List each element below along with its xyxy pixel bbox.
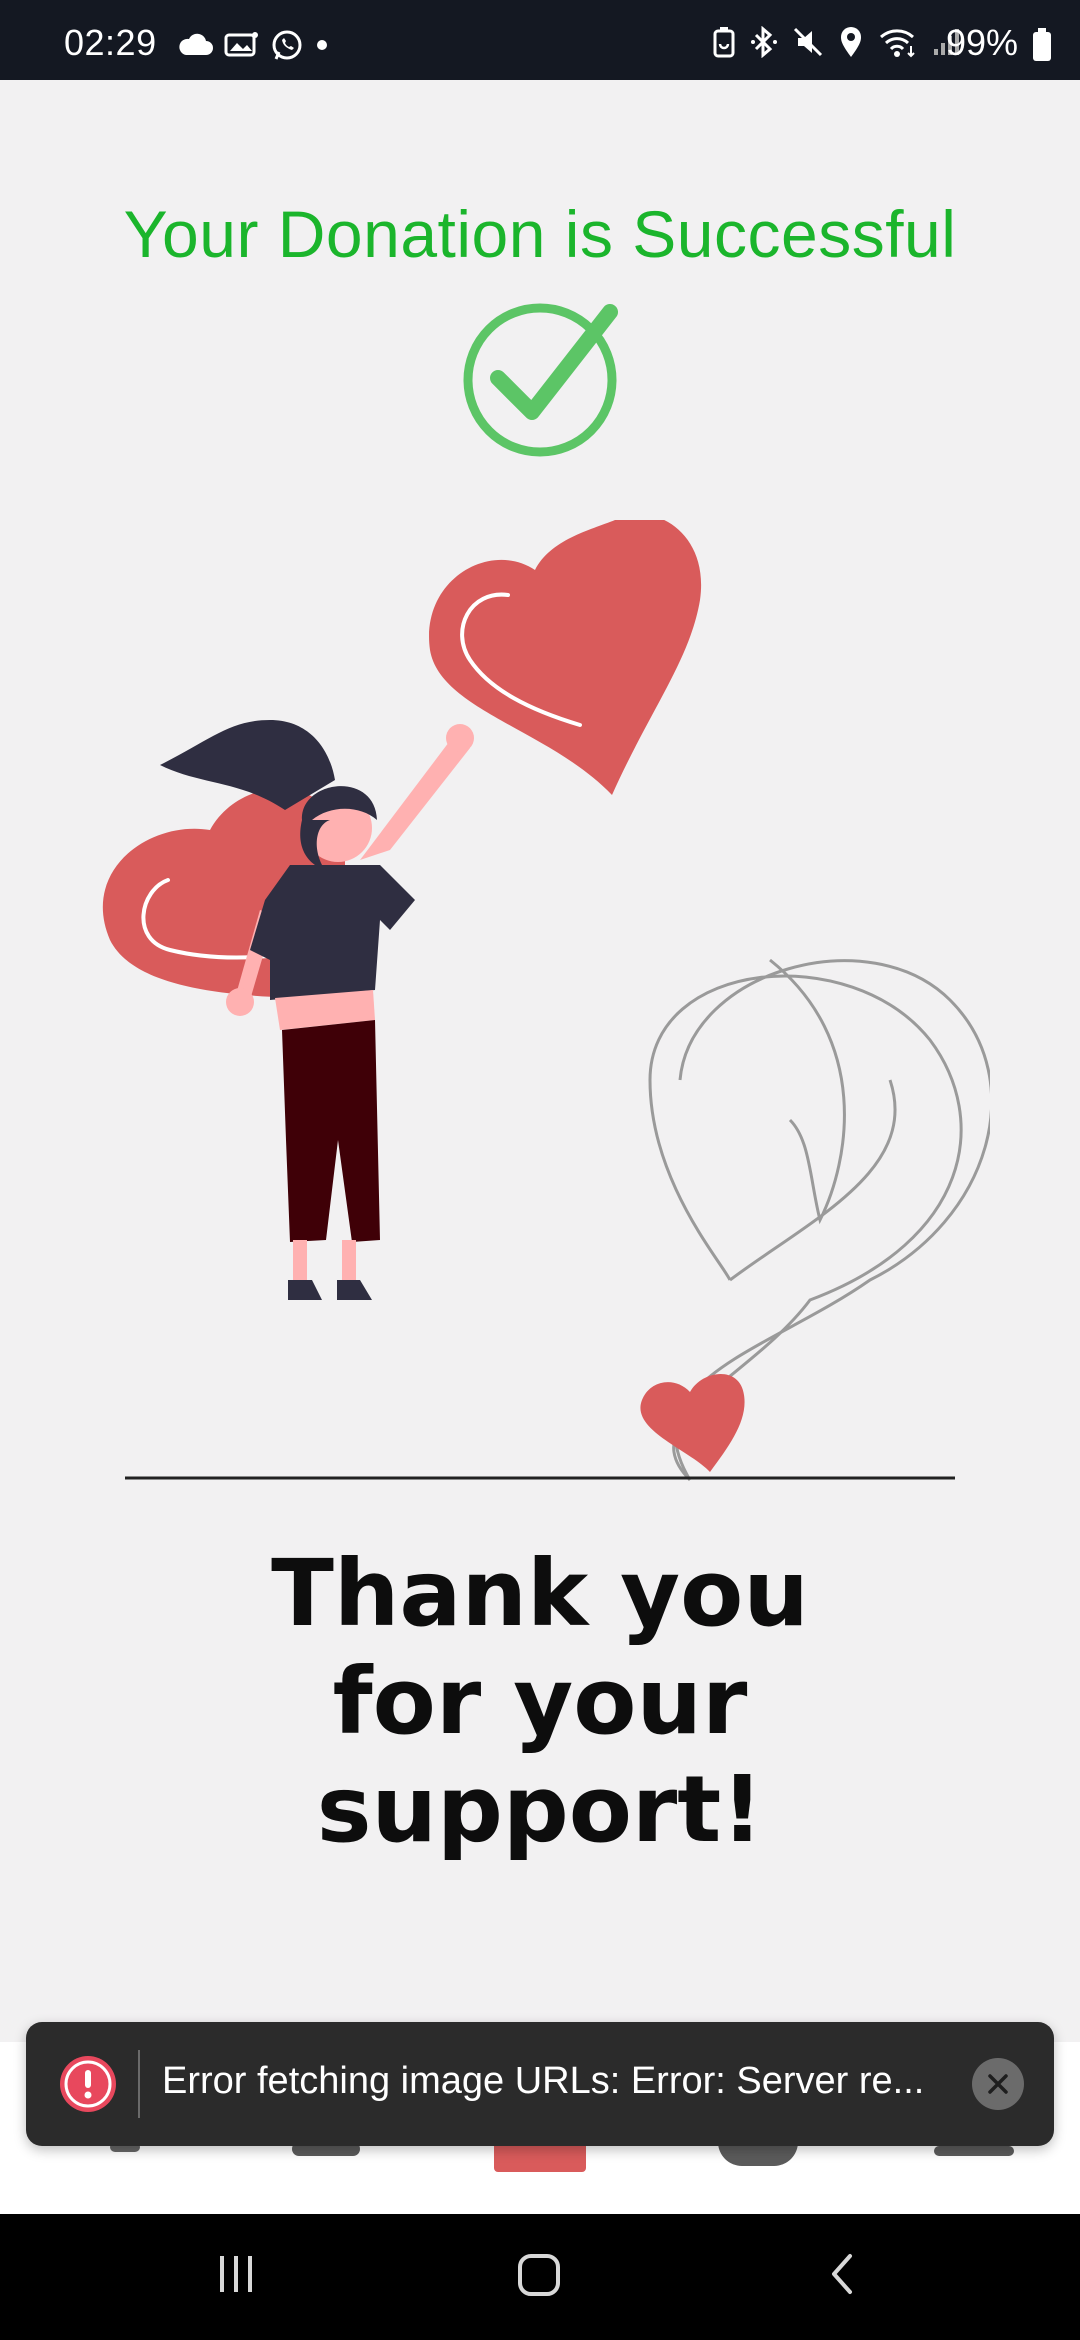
toast-divider [138, 2050, 140, 2118]
check-circle-icon [463, 303, 618, 457]
home-icon[interactable] [514, 2248, 566, 2300]
system-navigation-bar [0, 2214, 1080, 2340]
dot-icon [317, 40, 327, 50]
donation-illustration [102, 520, 990, 1482]
page-title: Your Donation is Successful [123, 197, 957, 271]
toast-message: Error fetching image URLs: Error: Server… [162, 2060, 925, 2102]
location-icon [841, 27, 861, 57]
error-toast[interactable]: Error fetching image URLs: Error: Server… [26, 2022, 1054, 2146]
status-bar: 02:29 99% [0, 0, 1080, 80]
thank-you-line-2: for your [332, 1648, 748, 1755]
alert-icon [60, 2056, 116, 2112]
nav-item-5[interactable] [934, 2146, 1014, 2156]
mute-icon [793, 27, 823, 57]
gallery-icon [224, 32, 258, 57]
status-right-icons [712, 26, 960, 58]
woman-figure [160, 720, 474, 1300]
battery-saver-icon [713, 27, 735, 58]
thank-you-line-3: support! [316, 1756, 764, 1863]
back-icon[interactable] [822, 2248, 862, 2300]
battery-icon [1033, 28, 1051, 61]
wifi-icon [880, 29, 915, 58]
status-time: 02:29 [64, 22, 157, 63]
close-icon[interactable] [972, 2058, 1024, 2110]
whatsapp-icon [272, 30, 302, 60]
cloud-icon [179, 33, 213, 55]
status-left-icons [178, 28, 330, 62]
heart-small [640, 1373, 745, 1472]
heart-top [429, 520, 702, 795]
thank-you-message: Thank you for your support! [0, 1540, 1080, 1864]
recent-apps-icon[interactable] [214, 2248, 258, 2300]
battery-percentage: 99% [945, 22, 1018, 63]
thank-you-line-1: Thank you [271, 1540, 809, 1647]
bluetooth-icon [751, 26, 777, 58]
nav-item-donate[interactable] [494, 2142, 586, 2172]
